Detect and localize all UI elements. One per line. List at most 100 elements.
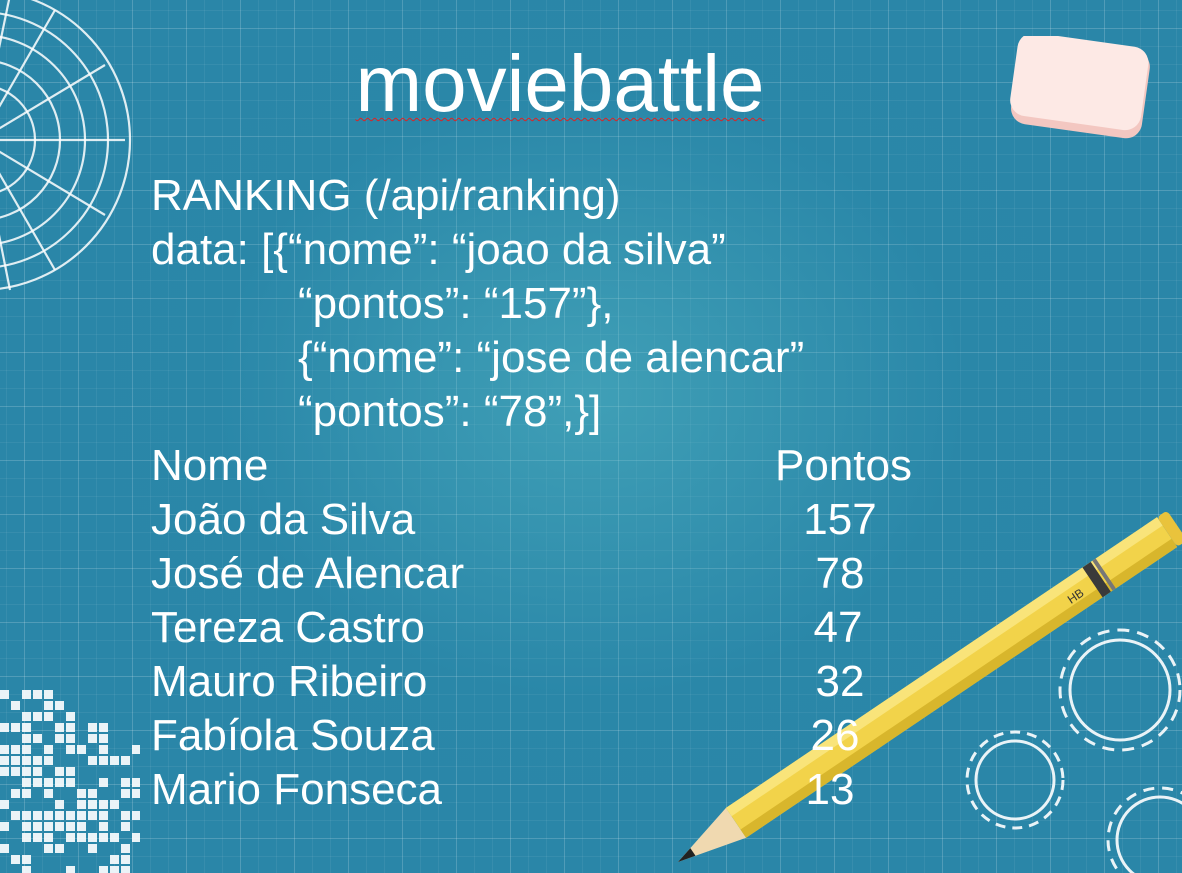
pixel-cell: [66, 734, 75, 743]
pixel-cell: [11, 789, 20, 798]
pixel-cell: [99, 745, 108, 754]
pixel-cell: [66, 712, 75, 721]
pixel-cell: [22, 822, 31, 831]
pixel-cell: [88, 789, 97, 798]
pixel-cell: [121, 778, 130, 787]
pixel-cell: [11, 745, 20, 754]
pixel-cell: [66, 811, 75, 820]
pixel-cell: [55, 778, 64, 787]
pixel-cell: [132, 789, 140, 798]
pixel-cell: [0, 844, 9, 853]
pixel-cell: [33, 778, 42, 787]
pixel-cell: [22, 734, 31, 743]
pixel-cell: [55, 800, 64, 809]
pixel-cell: [11, 767, 20, 776]
table-row-points: 26: [810, 711, 860, 760]
table-row-points: 32: [815, 657, 865, 706]
api-line-1: RANKING (/api/ranking): [151, 171, 621, 220]
pixel-cell: [55, 734, 64, 743]
pixel-cell: [33, 712, 42, 721]
pixel-cell: [33, 756, 42, 765]
table-row-name: João da Silva: [151, 495, 416, 544]
pixel-cell: [132, 778, 140, 787]
table-row-name: Tereza Castro: [151, 603, 425, 652]
pixel-cell: [99, 833, 108, 842]
pixel-cell: [77, 800, 86, 809]
pixel-cell: [110, 800, 119, 809]
pixel-cell: [132, 811, 140, 820]
pixel-cell: [0, 745, 9, 754]
pixel-cell: [88, 833, 97, 842]
title-text: moviebattle: [355, 39, 765, 128]
pixel-cell: [88, 811, 97, 820]
pixel-cell: [22, 811, 31, 820]
pixel-cell: [55, 822, 64, 831]
pixel-cell: [33, 822, 42, 831]
table-row-points: 78: [815, 549, 865, 598]
table-row-points: 157: [803, 495, 877, 544]
pixel-cell: [22, 756, 31, 765]
table-row-name: Mauro Ribeiro: [151, 657, 428, 706]
pixel-cell: [66, 866, 75, 873]
table-row-points: 47: [813, 603, 863, 652]
pixel-cell: [121, 756, 130, 765]
pixel-cell: [99, 756, 108, 765]
pixel-cell: [121, 822, 130, 831]
pixel-cell: [110, 866, 119, 873]
pixel-cell: [66, 822, 75, 831]
pixel-cell: [121, 789, 130, 798]
pixel-cell: [44, 745, 53, 754]
pixel-cell: [55, 844, 64, 853]
pixel-cell: [121, 866, 130, 873]
pixel-cell: [22, 690, 31, 699]
pixel-cell: [132, 745, 140, 754]
pixel-cell: [22, 855, 31, 864]
pixel-cell: [0, 756, 9, 765]
pixel-cell: [55, 723, 64, 732]
pixel-cell: [44, 844, 53, 853]
pixel-cell: [99, 778, 108, 787]
pixel-cell: [110, 756, 119, 765]
pixel-cell: [99, 723, 108, 732]
pixel-cell: [22, 767, 31, 776]
pixel-cell: [99, 800, 108, 809]
pixel-cell: [66, 745, 75, 754]
api-line-5: “pontos”: “78”,}]: [298, 387, 602, 436]
pixel-cell: [110, 833, 119, 842]
pixel-cell: [44, 778, 53, 787]
pixel-cell: [33, 811, 42, 820]
pixel-cell: [66, 833, 75, 842]
pixel-cell: [121, 811, 130, 820]
pixel-cell: [66, 778, 75, 787]
pixel-cell: [44, 690, 53, 699]
pixel-cell: [132, 833, 140, 842]
pixel-cell: [22, 712, 31, 721]
pixel-cell: [22, 833, 31, 842]
pencil-decoration: HB: [678, 511, 1182, 862]
table-row-name: Fabíola Souza: [151, 711, 435, 760]
pixel-cell: [33, 690, 42, 699]
pixel-cell: [33, 767, 42, 776]
pixel-cell: [22, 723, 31, 732]
pixel-cell: [11, 811, 20, 820]
pixel-cell: [110, 855, 119, 864]
pixel-cell: [55, 811, 64, 820]
pixel-cell: [121, 855, 130, 864]
pixel-cell: [55, 701, 64, 710]
pixel-cell: [99, 811, 108, 820]
api-line-4: {“nome”: “jose de alencar”: [298, 333, 805, 382]
pixel-cell: [44, 701, 53, 710]
pixel-cell: [88, 723, 97, 732]
pixel-cell: [11, 756, 20, 765]
pixel-cell: [99, 866, 108, 873]
pixel-cell: [33, 734, 42, 743]
header-name: Nome: [151, 441, 269, 490]
header-points: Pontos: [775, 441, 912, 490]
pixel-cell: [0, 690, 9, 699]
pixel-cell: [11, 855, 20, 864]
page-title: moviebattle: [0, 36, 1120, 132]
pixel-cell: [0, 800, 9, 809]
table-row-points: 13: [805, 765, 855, 814]
api-line-2: data: [{“nome”: “joao da silva”: [151, 225, 726, 274]
pixel-cell: [0, 822, 9, 831]
